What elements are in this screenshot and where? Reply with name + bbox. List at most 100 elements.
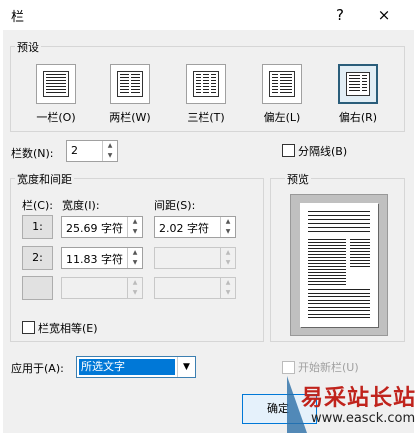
icon-column bbox=[349, 75, 360, 93]
width-spacing-group-label: 宽度和间距 bbox=[15, 171, 74, 187]
spin-arrows-icon[interactable]: ▲ ▼ bbox=[220, 217, 235, 237]
equal-width-label: 栏宽相等(E) bbox=[38, 322, 98, 335]
preview-left-column-line bbox=[308, 278, 346, 279]
preview-left-column-line bbox=[308, 272, 346, 273]
preview-label: 预览 bbox=[285, 171, 311, 187]
preview-left-column-line bbox=[308, 239, 346, 240]
column-number-button[interactable] bbox=[22, 276, 53, 300]
preview-left-column-line bbox=[308, 242, 346, 243]
preview-right-column-line bbox=[350, 245, 370, 246]
preview-frame bbox=[290, 194, 388, 336]
spin-arrows-icon[interactable]: ▲ ▼ bbox=[127, 248, 142, 268]
preview-text-line bbox=[308, 211, 370, 212]
preview-right-column-line bbox=[350, 251, 370, 252]
icon-column bbox=[361, 75, 367, 93]
preview-text-line bbox=[308, 231, 370, 232]
apply-to-label: 应用于(A): bbox=[11, 362, 64, 375]
preview-text-line bbox=[308, 299, 370, 301]
column-layout-icon bbox=[117, 71, 143, 97]
preview-text-line bbox=[308, 223, 370, 224]
preview-text-line bbox=[308, 215, 370, 216]
preview-right-column-line bbox=[350, 257, 370, 258]
preview-right-column-line bbox=[350, 254, 370, 255]
equal-width-checkbox[interactable] bbox=[22, 321, 35, 334]
width-value: 11.83 字符 bbox=[66, 253, 123, 266]
preset-2-button[interactable] bbox=[110, 64, 150, 104]
icon-column bbox=[272, 74, 278, 94]
preview-right-column-line bbox=[350, 239, 370, 240]
preset-1-label: 一栏(O) bbox=[36, 111, 76, 124]
preview-page bbox=[300, 203, 378, 327]
chevron-down-icon[interactable]: ▼ bbox=[177, 357, 195, 377]
help-button[interactable]: ? bbox=[328, 3, 352, 27]
preview-text-line bbox=[308, 303, 370, 304]
apply-to-select[interactable]: 所选文字 ▼ bbox=[76, 356, 196, 378]
spin-arrows-icon[interactable]: ▲ ▼ bbox=[127, 217, 142, 237]
preview-left-column-line bbox=[308, 257, 346, 258]
spacing-stepper[interactable]: 2.02 字符 ▲ ▼ bbox=[154, 216, 236, 238]
column-number-button[interactable]: 1: bbox=[22, 215, 53, 239]
columns-dialog: 栏 ? × 预设 一栏(O) 两栏(W) 三栏(T) 偏左(L) 偏右(R) 栏数(N)… bbox=[0, 0, 417, 433]
separator-checkbox[interactable] bbox=[282, 144, 295, 157]
title-bar: 栏 ? × bbox=[0, 0, 417, 30]
preview-text-line bbox=[308, 289, 370, 290]
preset-2-label: 两栏(W) bbox=[109, 111, 151, 124]
preset-4-button[interactable] bbox=[262, 64, 302, 104]
width-stepper[interactable]: 25.69 字符 ▲ ▼ bbox=[61, 216, 143, 238]
preview-text-line bbox=[308, 227, 370, 228]
preview-left-column-line bbox=[308, 266, 346, 267]
watermark-logo: 易采站长站 www.easck.com bbox=[287, 376, 417, 433]
preview-left-column-line bbox=[308, 284, 346, 285]
preview-left-column-line bbox=[308, 245, 346, 246]
apply-to-value: 所选文字 bbox=[79, 359, 175, 375]
num-cols-value: 2 bbox=[71, 144, 78, 157]
close-button[interactable]: × bbox=[372, 3, 396, 27]
new-column-checkbox[interactable] bbox=[282, 361, 295, 374]
preset-1-button[interactable] bbox=[36, 64, 76, 104]
icon-column bbox=[280, 74, 292, 94]
watermark-text: 易采站长站 bbox=[301, 385, 417, 411]
column-number-button[interactable]: 2: bbox=[22, 246, 53, 270]
preview-right-column-line bbox=[350, 263, 370, 264]
column-layout-icon bbox=[193, 71, 219, 97]
dialog-title: 栏 bbox=[11, 10, 25, 25]
spin-arrows-icon[interactable]: ▲ ▼ bbox=[220, 278, 235, 298]
icon-column bbox=[120, 74, 129, 94]
icon-column bbox=[196, 74, 202, 94]
preview-text-line bbox=[308, 306, 370, 308]
preview-right-column-line bbox=[350, 260, 370, 261]
preset-5-button[interactable] bbox=[338, 64, 378, 104]
preview-left-column-line bbox=[308, 248, 346, 249]
column-layout-icon bbox=[346, 72, 370, 96]
preview-right-column-line bbox=[350, 266, 370, 267]
icon-column bbox=[203, 74, 209, 94]
preview-left-column-line bbox=[308, 263, 346, 264]
preview-text-line bbox=[308, 310, 370, 311]
preview-right-column-line bbox=[350, 242, 370, 243]
col-header: 栏(C): bbox=[22, 199, 53, 212]
preview-left-column-line bbox=[308, 251, 346, 252]
spin-arrows-icon[interactable]: ▲ ▼ bbox=[102, 141, 117, 161]
spacing-stepper[interactable]: ▲ ▼ bbox=[154, 277, 236, 299]
num-cols-stepper[interactable]: 2 ▲ ▼ bbox=[66, 140, 118, 162]
preview-text-line bbox=[308, 296, 370, 297]
preview-left-column-line bbox=[308, 275, 346, 276]
preset-3-button[interactable] bbox=[186, 64, 226, 104]
spin-arrows-icon[interactable]: ▲ ▼ bbox=[127, 278, 142, 298]
spacing-stepper[interactable]: ▲ ▼ bbox=[154, 247, 236, 269]
num-cols-label: 栏数(N): bbox=[11, 147, 54, 160]
column-layout-icon bbox=[269, 71, 295, 97]
new-column-label: 开始新栏(U) bbox=[298, 361, 359, 374]
preview-text-line bbox=[308, 292, 370, 294]
icon-column bbox=[46, 74, 66, 94]
spacing-value: 2.02 字符 bbox=[159, 222, 209, 235]
column-layout-icon bbox=[43, 71, 69, 97]
icon-column bbox=[210, 74, 216, 94]
watermark-url: www.easck.com bbox=[311, 411, 416, 426]
width-stepper[interactable]: ▲ ▼ bbox=[61, 277, 143, 299]
preset-4-label: 偏左(L) bbox=[263, 111, 301, 124]
preset-5-label: 偏右(R) bbox=[338, 111, 378, 124]
width-stepper[interactable]: 11.83 字符 ▲ ▼ bbox=[61, 247, 143, 269]
preset-3-label: 三栏(T) bbox=[187, 111, 225, 124]
spin-arrows-icon[interactable]: ▲ ▼ bbox=[220, 248, 235, 268]
